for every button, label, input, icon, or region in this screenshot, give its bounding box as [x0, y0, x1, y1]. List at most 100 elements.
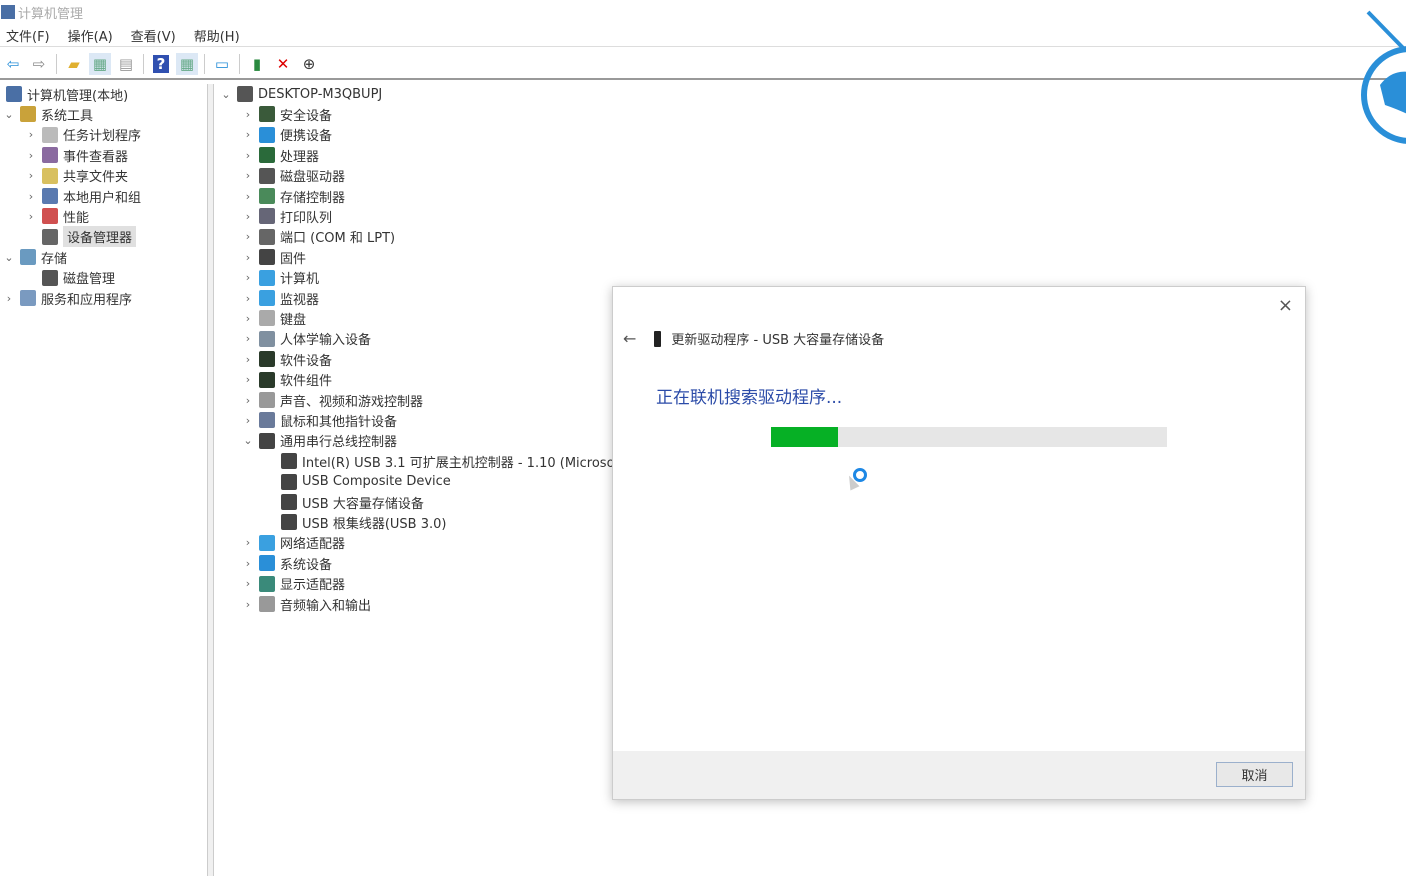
- console-tree-item[interactable]: 设备管理器: [24, 226, 137, 248]
- chevron-right-icon[interactable]: ›: [241, 598, 255, 611]
- menu-help[interactable]: 帮助(H): [194, 26, 240, 45]
- chevron-right-icon[interactable]: ›: [241, 169, 255, 182]
- device-category[interactable]: › 音频输入和输出: [241, 594, 371, 614]
- menu-action[interactable]: 操作(A): [68, 26, 113, 45]
- properties-button[interactable]: ▤: [115, 53, 137, 75]
- chevron-right-icon[interactable]: ›: [241, 251, 255, 264]
- chevron-right-icon[interactable]: ›: [241, 128, 255, 141]
- console-tree-item[interactable]: › 事件查看器: [24, 145, 128, 165]
- usb-device-icon: [281, 453, 297, 470]
- device-category[interactable]: › 软件组件: [241, 370, 332, 390]
- console-tree-item[interactable]: ⌄ 存储: [2, 247, 67, 267]
- tree-item-label: 服务和应用程序: [41, 292, 133, 308]
- device-category[interactable]: › 便携设备: [241, 125, 332, 145]
- device-category[interactable]: › 处理器: [241, 145, 319, 165]
- title-bar: 计算机管理: [0, 0, 1406, 24]
- device-category[interactable]: › 打印队列: [241, 206, 332, 226]
- speaker-icon: [259, 392, 275, 408]
- device-category[interactable]: › 软件设备: [241, 349, 332, 369]
- console-tree-item[interactable]: › 本地用户和组: [24, 186, 141, 206]
- show-hide-console-tree-button[interactable]: ▦: [89, 53, 111, 75]
- up-folder-button[interactable]: ▰: [63, 53, 85, 75]
- device-category[interactable]: › 监视器: [241, 288, 319, 308]
- device-item[interactable]: USB 根集线器(USB 3.0): [263, 512, 446, 532]
- chevron-right-icon[interactable]: ›: [241, 414, 255, 427]
- tree-item-label: 端口 (COM 和 LPT): [280, 231, 396, 247]
- pane-splitter[interactable]: [208, 84, 214, 876]
- chevron-right-icon[interactable]: ›: [241, 394, 255, 407]
- chevron-right-icon[interactable]: ›: [24, 210, 38, 223]
- chevron-right-icon[interactable]: ›: [241, 108, 255, 121]
- device-category[interactable]: ⌄ 通用串行总线控制器: [241, 431, 397, 451]
- chevron-down-icon[interactable]: ⌄: [241, 434, 255, 447]
- device-category[interactable]: › 计算机: [241, 268, 319, 288]
- chevron-right-icon[interactable]: ›: [2, 292, 16, 305]
- tree-item-label: 处理器: [280, 149, 320, 165]
- usb-icon: [259, 432, 275, 449]
- tree-item-label: 事件查看器: [63, 149, 129, 165]
- toolbar-separator: [143, 54, 144, 74]
- console-tree-item[interactable]: › 任务计划程序: [24, 125, 141, 145]
- cancel-button[interactable]: 取消: [1216, 762, 1293, 787]
- device-category[interactable]: › 固件: [241, 247, 306, 267]
- chevron-right-icon[interactable]: ›: [241, 536, 255, 549]
- uninstall-x-button[interactable]: ✕: [272, 53, 294, 75]
- chevron-right-icon[interactable]: ›: [241, 230, 255, 243]
- menu-file[interactable]: 文件(F): [6, 26, 50, 45]
- monitor-button[interactable]: ▭: [211, 53, 233, 75]
- action-pane-button[interactable]: ▦: [176, 53, 198, 75]
- console-tree-item[interactable]: › 性能: [24, 206, 89, 226]
- device-category[interactable]: › 声音、视频和游戏控制器: [241, 390, 423, 410]
- menu-view[interactable]: 查看(V): [131, 26, 176, 45]
- device-category[interactable]: › 显示适配器: [241, 574, 345, 594]
- console-tree-item[interactable]: › 服务和应用程序: [2, 288, 132, 308]
- tree-item-label: USB 根集线器(USB 3.0): [302, 516, 447, 532]
- chevron-right-icon[interactable]: ›: [24, 190, 38, 203]
- device-category[interactable]: › 系统设备: [241, 553, 332, 573]
- download-circle-button[interactable]: ⊕: [298, 53, 320, 75]
- up-folder-icon: ▰: [68, 55, 80, 73]
- chevron-right-icon[interactable]: ›: [241, 312, 255, 325]
- back-arrow-button[interactable]: ⇦: [2, 53, 24, 75]
- console-tree-item[interactable]: 计算机管理(本地): [0, 84, 128, 104]
- progress-fill: [771, 427, 839, 447]
- computer-management-icon: [1, 5, 15, 19]
- chevron-right-icon[interactable]: ›: [241, 353, 255, 366]
- chevron-right-icon[interactable]: ›: [241, 271, 255, 284]
- device-tree-root[interactable]: ⌄ DESKTOP-M3QBUPJ: [219, 84, 382, 104]
- forward-arrow-button[interactable]: ⇨: [28, 53, 50, 75]
- help-button[interactable]: ?: [150, 53, 172, 75]
- update-driver-button[interactable]: ▮: [246, 53, 268, 75]
- chevron-right-icon[interactable]: ›: [241, 190, 255, 203]
- device-category[interactable]: › 端口 (COM 和 LPT): [241, 227, 395, 247]
- device-item[interactable]: Intel(R) USB 3.1 可扩展主机控制器 - 1.10 (Micros…: [263, 451, 615, 471]
- chevron-right-icon[interactable]: ›: [241, 373, 255, 386]
- device-category[interactable]: › 存储控制器: [241, 186, 345, 206]
- chevron-right-icon[interactable]: ›: [24, 149, 38, 162]
- console-tree-item[interactable]: 磁盘管理: [24, 268, 115, 288]
- chevron-right-icon[interactable]: ›: [241, 292, 255, 305]
- tree-item-label: 声音、视频和游戏控制器: [280, 394, 424, 410]
- chevron-right-icon[interactable]: ›: [241, 210, 255, 223]
- close-button[interactable]: ×: [1278, 295, 1293, 316]
- device-category[interactable]: › 网络适配器: [241, 533, 345, 553]
- chevron-right-icon[interactable]: ›: [241, 332, 255, 345]
- device-category[interactable]: › 磁盘驱动器: [241, 166, 345, 186]
- device-item[interactable]: USB 大容量存储设备: [263, 492, 424, 512]
- console-tree-item[interactable]: › 共享文件夹: [24, 166, 128, 186]
- device-item[interactable]: USB Composite Device: [263, 472, 451, 492]
- chevron-down-icon[interactable]: ⌄: [2, 251, 16, 264]
- chevron-down-icon[interactable]: ⌄: [2, 108, 16, 121]
- chevron-right-icon[interactable]: ›: [241, 577, 255, 590]
- console-tree-item[interactable]: ⌄ 系统工具: [2, 104, 93, 124]
- device-category[interactable]: › 安全设备: [241, 104, 332, 124]
- chevron-right-icon[interactable]: ›: [241, 149, 255, 162]
- chevron-right-icon[interactable]: ›: [24, 128, 38, 141]
- back-arrow-button[interactable]: ←: [623, 329, 636, 348]
- device-category[interactable]: › 鼠标和其他指针设备: [241, 410, 397, 430]
- device-category[interactable]: › 键盘: [241, 308, 306, 328]
- device-category[interactable]: › 人体学输入设备: [241, 329, 371, 349]
- chevron-down-icon[interactable]: ⌄: [219, 88, 233, 101]
- chevron-right-icon[interactable]: ›: [24, 169, 38, 182]
- chevron-right-icon[interactable]: ›: [241, 557, 255, 570]
